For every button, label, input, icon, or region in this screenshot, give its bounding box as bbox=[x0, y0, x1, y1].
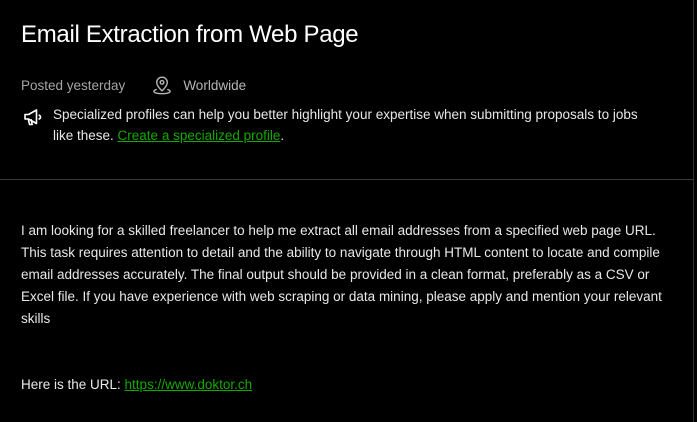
job-url-line: Here is the URL: https://www.doktor.ch bbox=[21, 374, 252, 396]
create-specialized-profile-link[interactable]: Create a specialized profile bbox=[118, 128, 281, 143]
panel-edge bbox=[693, 0, 694, 422]
section-divider bbox=[0, 179, 693, 180]
notice-suffix: . bbox=[280, 128, 285, 143]
job-meta: Posted yesterday Worldwide bbox=[21, 74, 246, 96]
megaphone-icon bbox=[24, 109, 42, 126]
location-pin-icon bbox=[153, 76, 172, 95]
posted-time: Posted yesterday bbox=[21, 77, 126, 93]
job-location: Worldwide bbox=[152, 75, 246, 95]
specialized-profile-notice: Specialized profiles can help you better… bbox=[22, 104, 652, 146]
notice-message: Specialized profiles can help you better… bbox=[53, 104, 652, 146]
url-prefix: Here is the URL: bbox=[21, 377, 125, 392]
job-title: Email Extraction from Web Page bbox=[21, 21, 359, 48]
location-label: Worldwide bbox=[183, 77, 247, 93]
job-description: I am looking for a skilled freelancer to… bbox=[21, 223, 662, 326]
job-url-link[interactable]: https://www.doktor.ch bbox=[125, 377, 253, 392]
